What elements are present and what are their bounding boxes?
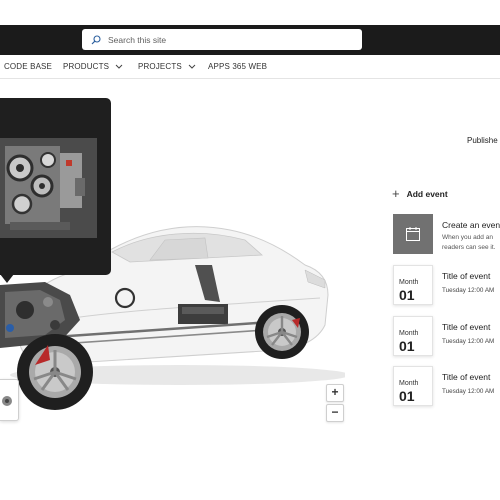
chevron-down-icon bbox=[188, 64, 196, 69]
suite-bar: Search this site bbox=[0, 25, 500, 55]
event-item[interactable]: Month 01 Title of event Tuesday 12:00 AM bbox=[393, 265, 500, 305]
nav-item-projects[interactable]: PROJECTS bbox=[138, 62, 196, 71]
nav-item-label: CODE BASE bbox=[4, 62, 53, 71]
create-event-description: When you add an readers can see it. bbox=[442, 233, 500, 253]
event-date-card: Month 01 bbox=[393, 316, 433, 356]
plus-icon: + bbox=[392, 186, 400, 201]
event-item[interactable]: Month 01 Title of event Tuesday 12:00 AM bbox=[393, 316, 500, 356]
event-title[interactable]: Title of event bbox=[442, 271, 490, 281]
event-date-card: Month 01 bbox=[393, 265, 433, 305]
event-time: Tuesday 12:00 AM bbox=[442, 287, 495, 294]
event-title[interactable]: Title of event bbox=[442, 372, 490, 382]
zoom-in-button[interactable]: + bbox=[326, 384, 344, 402]
nav-item-code-base[interactable]: CODE BASE bbox=[4, 62, 52, 71]
event-day: 01 bbox=[399, 388, 415, 404]
add-event-label: Add event bbox=[406, 189, 448, 199]
engine-graphic bbox=[0, 138, 97, 238]
event-month: Month bbox=[399, 380, 419, 387]
event-month: Month bbox=[399, 330, 419, 337]
zoom-out-button[interactable]: − bbox=[326, 404, 344, 422]
event-month: Month bbox=[399, 279, 419, 286]
search-input[interactable]: Search this site bbox=[108, 35, 166, 45]
create-event-desc-line: readers can see it. bbox=[442, 244, 496, 251]
engine-image bbox=[0, 138, 97, 238]
nav-item-label: APPS 365 WEB bbox=[208, 62, 268, 71]
chevron-down-icon bbox=[115, 64, 123, 69]
calendar-icon bbox=[406, 227, 420, 241]
event-day: 01 bbox=[399, 287, 415, 303]
event-time: Tuesday 12:00 AM bbox=[442, 338, 495, 345]
event-time: Tuesday 12:00 AM bbox=[442, 388, 495, 395]
search-icon bbox=[91, 34, 101, 44]
hotspot-popup bbox=[0, 98, 111, 275]
nav-item-products[interactable]: PRODUCTS bbox=[63, 62, 123, 71]
engine-thumbnail-icon bbox=[2, 396, 12, 406]
add-event-button[interactable]: + Add event bbox=[392, 186, 448, 201]
popup-pointer bbox=[0, 274, 14, 283]
search-box[interactable]: Search this site bbox=[82, 29, 362, 50]
nav-item-label: PROJECTS bbox=[138, 62, 182, 71]
create-event-tile[interactable] bbox=[393, 214, 433, 254]
create-event-desc-line: When you add an bbox=[442, 234, 493, 241]
site-navigation: CODE BASE PRODUCTS PROJECTS APPS 365 WEB bbox=[0, 55, 500, 79]
nav-item-apps-365-web[interactable]: APPS 365 WEB bbox=[208, 62, 267, 71]
published-label: Publishe bbox=[467, 136, 498, 145]
hotspot-thumbnail[interactable] bbox=[0, 379, 19, 421]
event-item[interactable]: Month 01 Title of event Tuesday 12:00 AM bbox=[393, 366, 500, 406]
nav-item-label: PRODUCTS bbox=[63, 62, 110, 71]
event-date-card: Month 01 bbox=[393, 366, 433, 406]
event-title[interactable]: Title of event bbox=[442, 322, 490, 332]
event-day: 01 bbox=[399, 338, 415, 354]
create-event-title[interactable]: Create an event bbox=[442, 220, 500, 230]
